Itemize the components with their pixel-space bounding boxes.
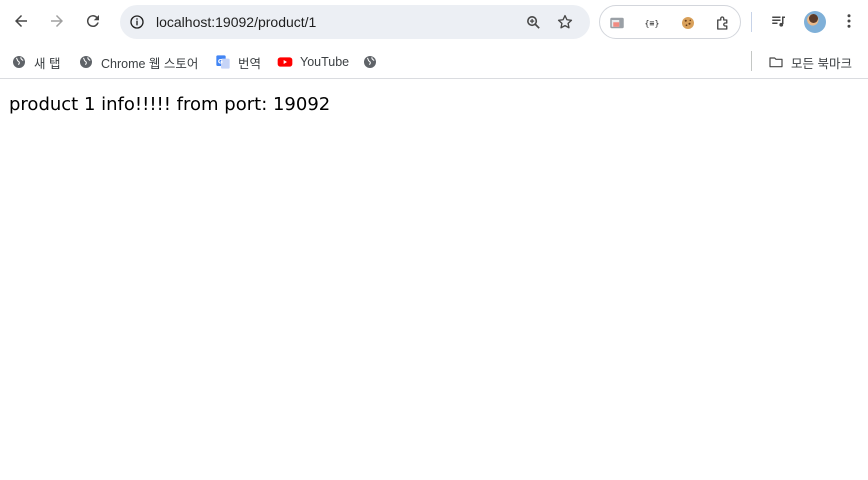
- all-bookmarks-button[interactable]: 모든 북마크: [768, 49, 852, 75]
- more-vertical-icon: [847, 14, 851, 28]
- json-formatter-icon: {≡}: [645, 18, 660, 28]
- svg-text:{≡}: {≡}: [645, 18, 660, 28]
- bookmark-chrome-web-store[interactable]: Chrome 웹 스토어: [78, 49, 198, 75]
- bookmark-label: YouTube: [300, 55, 350, 69]
- browser-toolbar: localhost:19092/product/1 {≡}: [0, 0, 868, 44]
- extensions-group: {≡}: [599, 5, 741, 39]
- address-bar[interactable]: localhost:19092/product/1: [120, 5, 590, 39]
- bookmark-new-tab[interactable]: 새 탭: [11, 49, 60, 75]
- bookmark-youtube[interactable]: YouTube: [277, 49, 349, 75]
- reload-button[interactable]: [78, 6, 108, 36]
- chrome-menu-button[interactable]: [834, 6, 864, 36]
- toolbar-divider: [751, 12, 752, 32]
- playlist-music-icon: [772, 16, 785, 27]
- screenshot-extension-icon: [610, 17, 624, 29]
- bookmarks-bar: 새 탭 Chrome 웹 스토어 G 번역 YouTube 모든 북마크: [0, 44, 868, 79]
- forward-button[interactable]: [42, 6, 72, 36]
- all-bookmarks-label: 모든 북마크: [791, 56, 852, 71]
- zoom-icon: [526, 15, 540, 29]
- globe-icon: [362, 54, 378, 70]
- star-icon: [557, 14, 573, 29]
- extension-screenshot-button[interactable]: [604, 10, 630, 36]
- arrow-right-icon: [51, 15, 63, 27]
- url-text[interactable]: localhost:19092/product/1: [156, 5, 316, 39]
- cookie-icon: [682, 17, 694, 29]
- site-info-button[interactable]: [124, 9, 150, 35]
- info-icon: [130, 15, 144, 29]
- folder-icon: [768, 54, 784, 70]
- globe-icon: [78, 54, 94, 70]
- bookmark-label: Chrome 웹 스토어: [101, 56, 199, 71]
- bookmark-label: 번역: [238, 56, 262, 71]
- translate-icon: G: [215, 54, 231, 70]
- bookmark-translate[interactable]: G 번역: [215, 49, 261, 75]
- reload-icon: [86, 15, 99, 28]
- extension-json-button[interactable]: {≡}: [639, 10, 665, 36]
- extension-cookie-button[interactable]: [675, 10, 701, 36]
- puzzle-icon: [717, 16, 728, 30]
- svg-text:G: G: [218, 58, 223, 65]
- bookmark-globe[interactable]: [362, 49, 385, 75]
- arrow-left-icon: [15, 15, 27, 27]
- media-controls-button[interactable]: [764, 6, 794, 36]
- extensions-menu-button[interactable]: [710, 10, 736, 36]
- profile-avatar[interactable]: [804, 11, 826, 33]
- bookmarks-divider: [751, 51, 752, 71]
- page-body-text: product 1 info!!!!! from port: 19092: [9, 94, 331, 115]
- bookmark-label: 새 탭: [34, 56, 61, 71]
- youtube-icon: [277, 54, 293, 70]
- globe-icon: [11, 54, 27, 70]
- zoom-button[interactable]: [520, 9, 546, 35]
- back-button[interactable]: [6, 6, 36, 36]
- bookmark-star-button[interactable]: [552, 9, 578, 35]
